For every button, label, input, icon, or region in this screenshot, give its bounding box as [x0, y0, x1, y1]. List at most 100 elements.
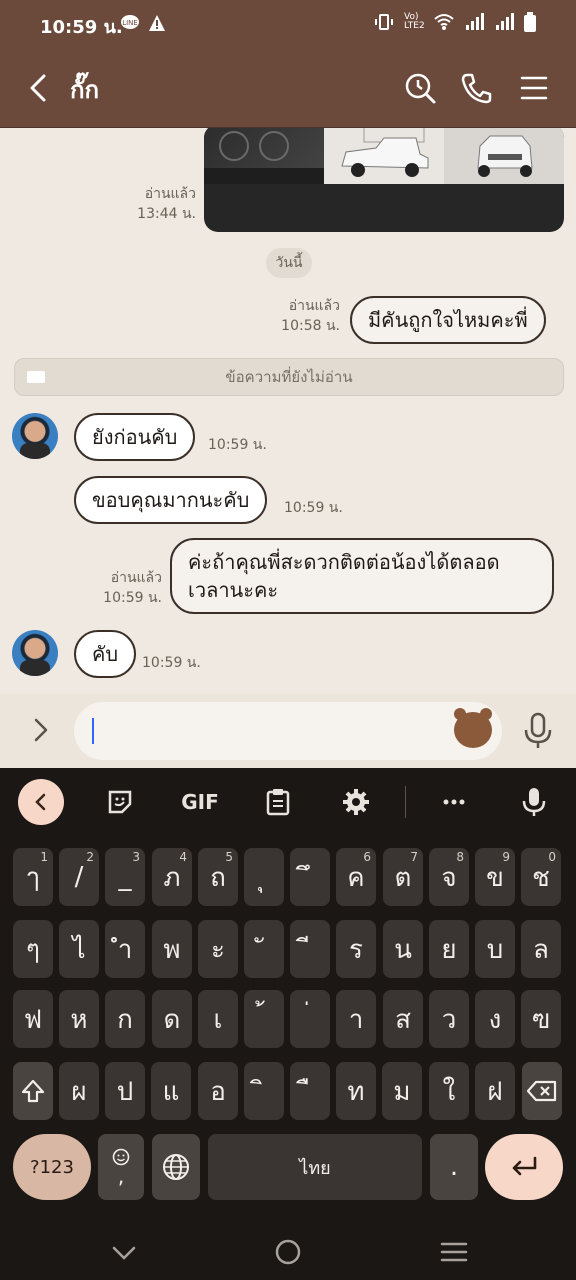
- sticker-button[interactable]: [100, 782, 140, 822]
- nav-back-button[interactable]: [104, 1232, 144, 1272]
- message-line: เวลานะคะ: [188, 578, 279, 602]
- key[interactable]: ุ: [244, 848, 284, 906]
- key[interactable]: ฃ: [521, 990, 561, 1048]
- key[interactable]: ด: [152, 990, 192, 1048]
- key[interactable]: ภ4: [152, 848, 192, 906]
- key-label: ฃ: [531, 1004, 551, 1035]
- more-dots-icon: [443, 799, 465, 805]
- call-button[interactable]: [456, 68, 496, 108]
- search-button[interactable]: [400, 68, 440, 108]
- key[interactable]: ๅ1: [13, 848, 53, 906]
- key[interactable]: ย: [429, 920, 469, 978]
- key[interactable]: อ: [198, 1062, 238, 1120]
- key[interactable]: ส: [383, 990, 423, 1048]
- chat-messages[interactable]: อ่านแล้ว 13:44 น. วันนี้ อ่านแล้ว 10:58 …: [0, 128, 576, 694]
- chevron-down-icon: [112, 1246, 136, 1260]
- contact-avatar[interactable]: [12, 413, 58, 459]
- key[interactable]: ไ: [59, 920, 99, 978]
- key[interactable]: ี: [290, 920, 330, 978]
- microphone-icon: [524, 712, 552, 748]
- key[interactable]: ผ: [59, 1062, 99, 1120]
- sticker-icon[interactable]: [454, 708, 492, 748]
- key[interactable]: ใ: [429, 1062, 469, 1120]
- pickup-truck-thumbnail-2[interactable]: [444, 128, 564, 184]
- symbols-key[interactable]: ?123: [13, 1134, 91, 1200]
- nav-home-button[interactable]: [268, 1232, 308, 1272]
- nav-recents-button[interactable]: [434, 1232, 474, 1272]
- key[interactable]: ร: [336, 920, 376, 978]
- clipboard-button[interactable]: [258, 782, 298, 822]
- key[interactable]: ถ5: [198, 848, 238, 906]
- pickup-truck-thumbnail-1[interactable]: [324, 128, 444, 184]
- key[interactable]: /2: [59, 848, 99, 906]
- key[interactable]: พ: [152, 920, 192, 978]
- enter-icon: [512, 1156, 537, 1176]
- keyboard-collapse-button[interactable]: [18, 779, 64, 825]
- enter-key[interactable]: [485, 1134, 563, 1200]
- language-key[interactable]: [152, 1134, 200, 1200]
- voice-input-button[interactable]: [514, 782, 554, 822]
- more-button[interactable]: [434, 782, 474, 822]
- key-hint: 6: [363, 850, 371, 864]
- message-bubble-self[interactable]: มีคันถูกใจไหมคะพี่: [350, 296, 546, 344]
- backspace-key[interactable]: [522, 1062, 562, 1120]
- key[interactable]: ๆ: [13, 920, 53, 978]
- key[interactable]: ม: [382, 1062, 422, 1120]
- key[interactable]: ื: [290, 1062, 330, 1120]
- key[interactable]: ก: [105, 990, 145, 1048]
- key[interactable]: ำ: [105, 920, 145, 978]
- key[interactable]: ต7: [383, 848, 423, 906]
- message-bubble-other[interactable]: ยังก่อนคับ: [74, 413, 196, 461]
- key[interactable]: ้: [244, 990, 284, 1048]
- message-time: 10:59 น.: [142, 655, 201, 671]
- gif-button[interactable]: GIF: [178, 782, 222, 822]
- key[interactable]: ฟ: [13, 990, 53, 1048]
- key-label: จ: [441, 862, 457, 893]
- message-bubble-other[interactable]: คับ: [74, 630, 137, 678]
- key[interactable]: ง: [475, 990, 515, 1048]
- message-meta-1: อ่านแล้ว 10:58 น.: [281, 296, 340, 336]
- key[interactable]: ่: [290, 990, 330, 1048]
- key-label: ไทย: [299, 1157, 331, 1179]
- key[interactable]: ข9: [475, 848, 515, 906]
- image-album-message[interactable]: [204, 128, 564, 232]
- shift-key[interactable]: [13, 1062, 53, 1120]
- key[interactable]: ว: [429, 990, 469, 1048]
- key-label: ด: [163, 1004, 181, 1035]
- key-label: ๅ: [26, 862, 40, 893]
- message-input[interactable]: [74, 702, 502, 760]
- space-key[interactable]: ไทย: [208, 1134, 422, 1200]
- tag-icon: [27, 371, 45, 383]
- key[interactable]: ึ: [290, 848, 330, 906]
- car-dashboard-thumbnail[interactable]: [204, 128, 324, 184]
- key[interactable]: ห: [59, 990, 99, 1048]
- key[interactable]: แ: [151, 1062, 191, 1120]
- key[interactable]: ท: [336, 1062, 376, 1120]
- key-hint: 9: [502, 850, 510, 864]
- key[interactable]: ป: [105, 1062, 145, 1120]
- key[interactable]: ิ: [244, 1062, 284, 1120]
- key[interactable]: เ: [198, 990, 238, 1048]
- key[interactable]: ช0: [521, 848, 561, 906]
- emoji-comma-key[interactable]: ,: [98, 1134, 144, 1200]
- voice-button[interactable]: [518, 710, 558, 750]
- contact-avatar[interactable]: [12, 630, 58, 676]
- svg-text:LINE: LINE: [122, 19, 138, 27]
- settings-button[interactable]: [336, 782, 376, 822]
- key[interactable]: ค6: [336, 848, 376, 906]
- key[interactable]: _ 3: [105, 848, 145, 906]
- key[interactable]: า: [336, 990, 376, 1048]
- key[interactable]: ั: [244, 920, 284, 978]
- key[interactable]: ล: [521, 920, 561, 978]
- back-button[interactable]: [20, 68, 60, 108]
- expand-button[interactable]: [20, 710, 60, 750]
- key[interactable]: น: [383, 920, 423, 978]
- key[interactable]: ะ: [198, 920, 238, 978]
- message-bubble-other[interactable]: ขอบคุณมากนะคับ: [74, 476, 268, 524]
- period-key[interactable]: .: [430, 1134, 478, 1200]
- key[interactable]: บ: [475, 920, 515, 978]
- message-bubble-self[interactable]: ค่ะถ้าคุณพี่สะดวกติดต่อน้องได้ตลอด เวลาน…: [170, 538, 554, 614]
- key[interactable]: จ8: [429, 848, 469, 906]
- key[interactable]: ฝ: [475, 1062, 515, 1120]
- menu-button[interactable]: [514, 68, 554, 108]
